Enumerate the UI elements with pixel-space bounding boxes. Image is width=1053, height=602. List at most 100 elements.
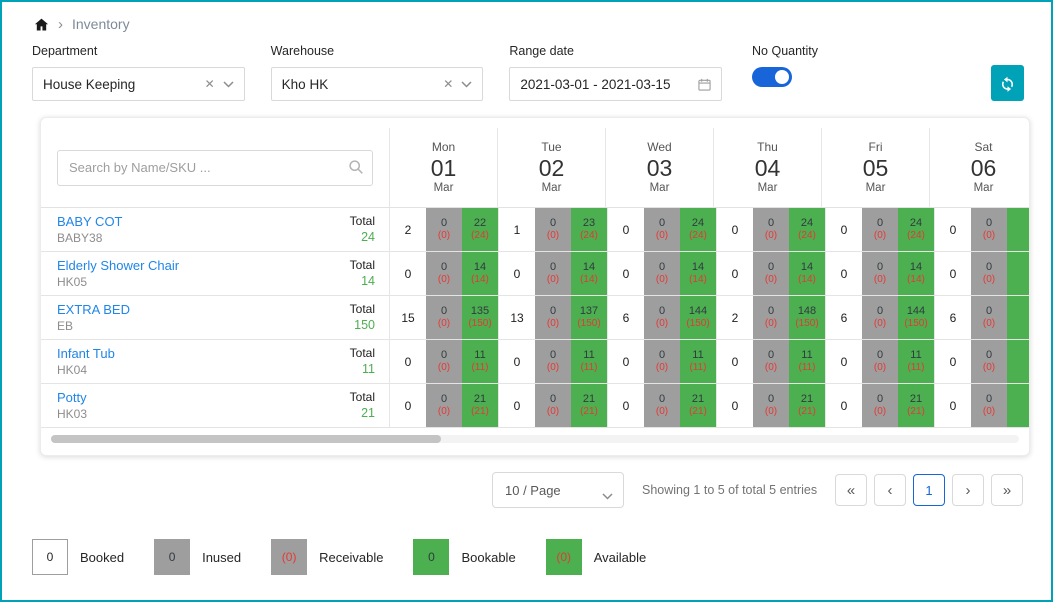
bookable-available-cell: 144(150) [680,296,716,339]
day-cell-group: 00(0)21(21) [499,384,608,427]
warehouse-value: Kho HK [282,77,436,92]
receivable-value: (0) [656,318,668,330]
page-buttons: « ‹ 1 › » [835,474,1023,506]
inused-receivable-cell: 0(0) [644,252,680,295]
available-value: (24) [907,230,925,242]
inused-value: 0 [768,393,774,406]
inused-receivable-cell: 0(0) [535,340,571,383]
available-value: (150) [468,318,491,330]
bookable-available-cell: 21(21) [462,384,498,427]
inused-receivable-cell: 0(0) [971,252,1007,295]
no-quantity-label: No Quantity [752,44,965,58]
inused-receivable-cell: 0(0) [971,296,1007,339]
inused-value: 0 [659,217,665,230]
item-name-link[interactable]: Infant Tub [57,346,115,362]
day-number: 06 [971,155,997,181]
booked-cell: 0 [717,340,753,383]
item-sku: HK03 [57,407,87,422]
receivable-value: (0) [874,406,886,418]
inused-value: 0 [441,393,447,406]
day-number: 01 [431,155,457,181]
available-value: (24) [689,230,707,242]
available-value: (14) [689,274,707,286]
prev-page-button[interactable]: ‹ [874,474,906,506]
day-number: 04 [755,155,781,181]
table-row: Infant TubHK04Total1100(0)11(11)00(0)11(… [41,340,1029,384]
day-cell-group: 00(0)24(24) [717,208,826,251]
item-cell: Infant TubHK04Total11 [41,340,390,383]
range-date-input[interactable]: 2021-03-01 - 2021-03-15 [509,67,722,101]
inused-value: 0 [768,261,774,274]
receivable-value: (0) [547,406,559,418]
inused-value: 0 [877,305,883,318]
warehouse-select[interactable]: Kho HK ✕ [271,67,484,101]
day-cell-group: 20(0)22(24) [390,208,499,251]
chevron-down-icon[interactable] [461,81,472,88]
bookable-value: 24 [801,217,813,230]
receivable-value: (0) [983,362,995,374]
chevron-down-icon[interactable] [223,81,234,88]
bookable-value: 24 [910,217,922,230]
available-value: (21) [798,406,816,418]
inused-receivable-cell: 0(0) [426,252,462,295]
bookable-value: 21 [910,393,922,406]
bookable-available-cell [1007,252,1030,295]
inused-receivable-cell: 0(0) [535,208,571,251]
available-value: (14) [471,274,489,286]
item-name-link[interactable]: BABY COT [57,214,123,230]
item-name-link[interactable]: Potty [57,390,87,406]
day-cell-group: 00(0)24(24) [608,208,717,251]
bookable-available-cell: 21(21) [680,384,716,427]
search-input[interactable] [57,150,373,186]
booked-cell: 0 [935,252,971,295]
inused-receivable-cell: 0(0) [971,340,1007,383]
no-quantity-toggle[interactable] [752,67,792,87]
scrollbar-thumb[interactable] [51,435,441,443]
booked-cell: 0 [935,340,971,383]
clear-icon[interactable]: ✕ [205,77,215,91]
day-cell-group: 00(0) [935,340,1030,383]
bookable-value: 11 [583,349,594,362]
range-date-label: Range date [509,44,722,58]
inused-value: 0 [768,349,774,362]
legend-item-booked: 0 Booked [32,539,124,575]
next-page-button[interactable]: › [952,474,984,506]
last-page-button[interactable]: » [991,474,1023,506]
first-page-button[interactable]: « [835,474,867,506]
item-name-link[interactable]: EXTRA BED [57,302,130,318]
clear-icon[interactable]: ✕ [443,77,453,91]
day-cell-group: 00(0)24(24) [826,208,935,251]
booked-cell: 0 [826,208,862,251]
bookable-available-cell: 148(150) [789,296,825,339]
inused-receivable-cell: 0(0) [753,208,789,251]
range-date-filter: Range date 2021-03-01 - 2021-03-15 [509,44,722,101]
total-value: 150 [350,318,375,333]
booked-cell: 13 [499,296,535,339]
page-1-button[interactable]: 1 [913,474,945,506]
legend-label: Bookable [461,550,515,565]
refresh-button[interactable] [991,65,1024,101]
inused-value: 0 [877,393,883,406]
bookable-available-cell: 135(150) [462,296,498,339]
inused-value: 0 [550,217,556,230]
day-header: Sat06Mar [930,128,1030,207]
receivable-value: (0) [438,362,450,374]
total-label: Total [350,258,375,273]
bookable-available-cell: 22(24) [462,208,498,251]
weekday-label: Thu [757,140,778,155]
receivable-value: (0) [983,318,995,330]
home-icon[interactable] [34,17,49,32]
bookable-value: 14 [801,261,813,274]
inventory-table-card: Mon01MarTue02MarWed03MarThu04MarFri05Mar… [40,117,1030,456]
item-name-link[interactable]: Elderly Shower Chair [57,258,179,274]
inused-receivable-cell: 0(0) [971,384,1007,427]
booked-cell: 0 [826,340,862,383]
available-value: (14) [907,274,925,286]
item-sku: HK05 [57,275,179,290]
day-header: Wed03Mar [606,128,714,207]
table-header: Mon01MarTue02MarWed03MarThu04MarFri05Mar… [41,128,1029,208]
calendar-icon[interactable] [698,78,711,91]
department-select[interactable]: House Keeping ✕ [32,67,245,101]
inused-receivable-cell: 0(0) [753,252,789,295]
page-size-select[interactable]: 10 / Page [492,472,624,508]
